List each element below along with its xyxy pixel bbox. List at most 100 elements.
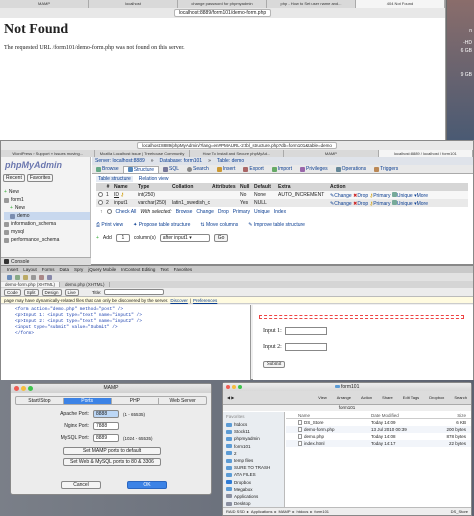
- back-forward-icon[interactable]: ◀ ▶: [227, 395, 234, 400]
- menu-item[interactable]: Layout: [23, 267, 37, 272]
- split-view-button[interactable]: Split: [23, 288, 39, 296]
- sidebar-item[interactable]: Stock11: [226, 428, 284, 435]
- toolbar-icon[interactable]: [47, 274, 52, 280]
- menu-item[interactable]: Favorites: [174, 267, 193, 272]
- toolbar-icon[interactable]: [23, 274, 28, 280]
- input1-field[interactable]: [284, 327, 327, 335]
- apache-port-input[interactable]: 8888: [93, 410, 119, 418]
- favorites-tab[interactable]: Favorites: [26, 173, 54, 182]
- live-view-button[interactable]: Live: [64, 288, 79, 296]
- url-field[interactable]: localhost:8889/form101/demo-form.php: [173, 9, 272, 17]
- preferences-link[interactable]: Preferences: [193, 298, 217, 303]
- tab-import[interactable]: Import: [268, 166, 296, 172]
- browser-tab[interactable]: localhost: [89, 0, 178, 8]
- tree-item-new-table[interactable]: + New: [4, 204, 90, 212]
- browser-tab[interactable]: MAMP: [0, 0, 89, 8]
- sidebar-item[interactable]: 2: [226, 450, 284, 457]
- path-item[interactable]: MAMP: [279, 509, 291, 514]
- change-link[interactable]: ✎Change: [330, 201, 352, 207]
- menu-item[interactable]: jQuery Mobile: [88, 267, 116, 272]
- toolbar-icon[interactable]: [31, 274, 36, 280]
- design-view-button[interactable]: Design: [41, 288, 62, 296]
- header-size[interactable]: Size: [429, 413, 469, 418]
- tab-sql[interactable]: SQL: [159, 166, 183, 172]
- tab-php[interactable]: PHP: [112, 397, 160, 404]
- breadcrumb-database[interactable]: Database: form101: [160, 158, 203, 164]
- toolbar-arrange[interactable]: Arrange: [337, 395, 351, 400]
- change-link[interactable]: ✎Change: [330, 193, 352, 199]
- mysql-port-input[interactable]: 8889: [93, 434, 119, 442]
- toolbar-edit-tags[interactable]: Edit Tags: [403, 395, 419, 400]
- close-icon[interactable]: [226, 385, 230, 389]
- path-item[interactable]: Applications: [251, 509, 273, 514]
- breadcrumb-table[interactable]: Table: demo: [217, 158, 244, 164]
- file-row[interactable]: index.html Today 14:17 22 bytes: [286, 440, 471, 447]
- path-item[interactable]: RAID SSD: [226, 509, 245, 514]
- tab-ports[interactable]: Ports: [63, 397, 112, 404]
- sidebar-item[interactable]: ATA FILES: [226, 471, 284, 478]
- unique-link[interactable]: Unique: [391, 199, 413, 207]
- input2-field[interactable]: [284, 343, 327, 351]
- toolbar-icon[interactable]: [7, 274, 12, 280]
- tab-start-stop[interactable]: Start/Stop: [16, 397, 64, 404]
- menu-item[interactable]: Forms: [42, 267, 55, 272]
- improve-structure-link[interactable]: ✎ Improve table structure: [248, 222, 305, 228]
- browser-tab-active[interactable]: localhost:8889 / localhost / form101: [378, 150, 474, 157]
- submit-button[interactable]: Submit: [263, 361, 286, 368]
- tab-web-server[interactable]: Web Server: [159, 398, 206, 404]
- bulk-drop[interactable]: Drop: [218, 209, 229, 215]
- tree-item-form1[interactable]: form1: [4, 196, 90, 204]
- console-bar[interactable]: Console: [1, 257, 91, 265]
- minimize-icon[interactable]: [232, 385, 236, 389]
- check-all-checkbox[interactable]: [106, 209, 112, 214]
- bulk-index[interactable]: Index: [274, 209, 286, 215]
- toolbar-search[interactable]: Search: [454, 395, 467, 400]
- position-select[interactable]: after input1 ▾: [159, 234, 210, 242]
- toolbar-action[interactable]: Action: [361, 395, 372, 400]
- add-count-input[interactable]: 1: [115, 234, 130, 242]
- sidebar-item[interactable]: Dropbox: [226, 479, 284, 486]
- propose-structure-link[interactable]: ✦ Propose table structure: [133, 222, 190, 228]
- tree-item-mysql[interactable]: mysql: [4, 228, 90, 236]
- path-item[interactable]: htdocs: [297, 509, 309, 514]
- recent-tab[interactable]: Recent: [3, 173, 25, 182]
- browser-tab[interactable]: php - How to Set user name and...: [267, 0, 356, 8]
- menu-item[interactable]: Data: [60, 267, 70, 272]
- menu-item[interactable]: Insert: [7, 267, 18, 272]
- url-field[interactable]: localhost:8889/phpMyAdmin/?lang=en#PMAUR…: [137, 142, 337, 149]
- minimize-icon[interactable]: [21, 386, 26, 391]
- sidebar-item[interactable]: form101: [226, 443, 284, 450]
- tree-item-new[interactable]: + New: [4, 188, 90, 196]
- bulk-primary[interactable]: Primary: [233, 209, 250, 215]
- browser-tab[interactable]: change password for phpmyadmin: [178, 0, 267, 8]
- tab-export[interactable]: Export: [239, 166, 267, 172]
- drop-link[interactable]: ✖Drop: [353, 201, 368, 207]
- tree-item-information-schema[interactable]: information_schema: [4, 220, 90, 228]
- bulk-browse[interactable]: Browse: [176, 209, 193, 215]
- tab-privileges[interactable]: Privileges: [296, 166, 332, 172]
- menu-item[interactable]: Text: [160, 267, 168, 272]
- discover-link[interactable]: Discover: [170, 298, 188, 303]
- zoom-icon[interactable]: [28, 386, 33, 391]
- file-tab[interactable]: demo.php (XHTML): [61, 282, 110, 287]
- browser-tab-active[interactable]: 404 Not Found: [356, 0, 445, 8]
- code-pane[interactable]: <form action="demo.php" method="post" />…: [1, 305, 251, 380]
- nginx-port-input[interactable]: 7888: [93, 422, 119, 430]
- sidebar-item[interactable]: Megabox: [226, 486, 284, 493]
- move-columns-link[interactable]: ⇅ Move columns: [200, 222, 238, 228]
- tab-browse[interactable]: Browse: [92, 166, 123, 172]
- browser-tab[interactable]: MAMP: [284, 150, 379, 157]
- toolbar-view[interactable]: View: [318, 395, 327, 400]
- toolbar-icon[interactable]: [15, 274, 20, 280]
- toolbar-share[interactable]: Share: [382, 395, 393, 400]
- print-view-link[interactable]: ⎙ Print view: [96, 222, 123, 228]
- breadcrumb-server[interactable]: Server: localhost:8889: [95, 158, 145, 164]
- primary-link[interactable]: ⚷Primary: [370, 201, 391, 207]
- header-name[interactable]: Name: [286, 413, 371, 418]
- subtab-relation-view[interactable]: Relation view: [139, 176, 169, 182]
- sidebar-item[interactable]: SURE TO TRASH: [226, 464, 284, 471]
- more-link[interactable]: ▾More: [414, 201, 428, 207]
- sidebar-item[interactable]: htdocs: [226, 421, 284, 428]
- row-checkbox[interactable]: [98, 199, 103, 205]
- sidebar-item[interactable]: Applications: [226, 493, 284, 500]
